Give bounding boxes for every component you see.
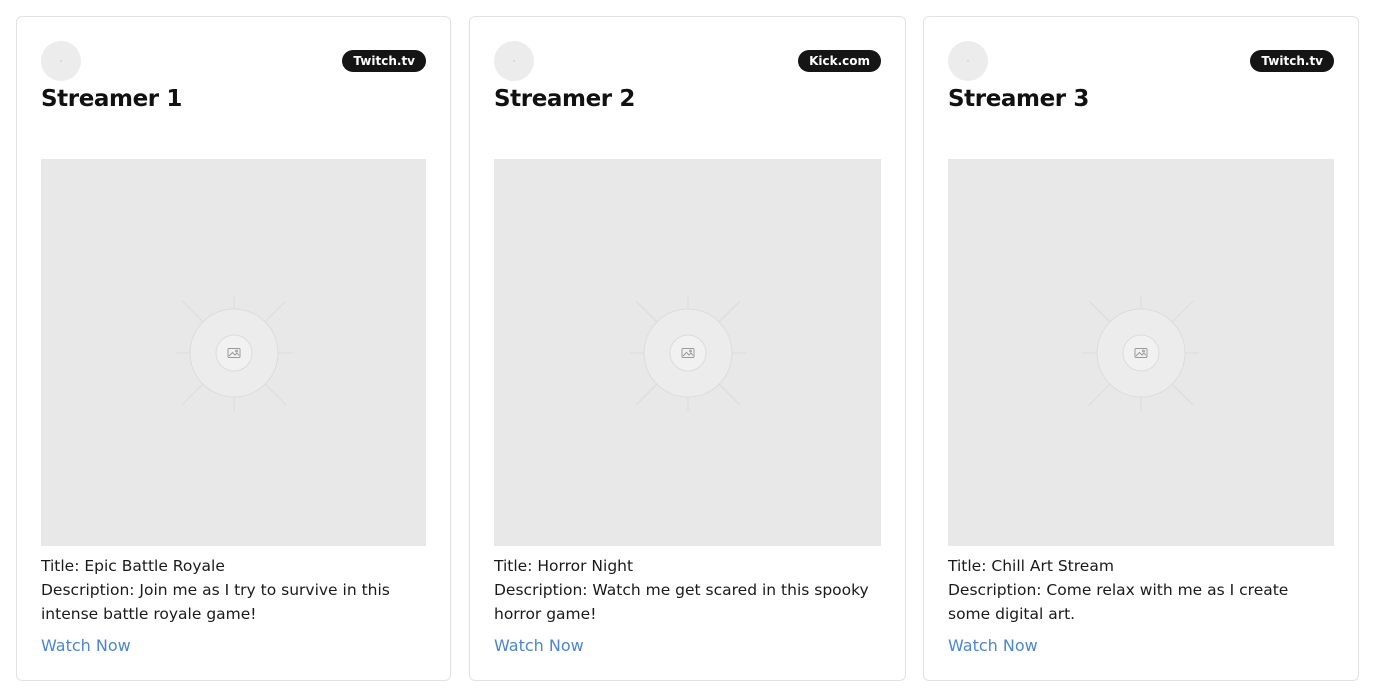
stream-description: Description: Watch me get scared in this…	[494, 581, 869, 623]
avatar	[41, 41, 81, 81]
stream-thumbnail	[948, 159, 1334, 546]
stream-info: Title: Chill Art Stream Description: Com…	[948, 554, 1334, 626]
stream-info: Title: Horror Night Description: Watch m…	[494, 554, 881, 626]
stream-thumbnail	[494, 159, 881, 546]
avatar	[948, 41, 988, 81]
watch-now-link[interactable]: Watch Now	[41, 634, 131, 658]
streamer-name: Streamer 1	[41, 86, 182, 112]
watch-now-link[interactable]: Watch Now	[948, 634, 1038, 658]
platform-badge: Twitch.tv	[1250, 50, 1334, 72]
avatar	[494, 41, 534, 81]
stream-thumbnail	[41, 159, 426, 546]
stream-description: Description: Come relax with me as I cre…	[948, 581, 1289, 623]
streamer-name: Streamer 2	[494, 86, 635, 112]
platform-badge: Kick.com	[798, 50, 881, 72]
streamer-grid: Twitch.tv Streamer 1 Title: Epic Battle …	[0, 0, 1376, 699]
streamer-card: Kick.com Streamer 2 Title: Horror Night	[469, 16, 906, 681]
streamer-card: Twitch.tv Streamer 3 Title: Chill Art St…	[923, 16, 1359, 681]
image-placeholder-icon	[629, 294, 746, 411]
stream-title: Title: Chill Art Stream	[948, 557, 1114, 575]
stream-description: Description: Join me as I try to survive…	[41, 581, 390, 623]
streamer-name: Streamer 3	[948, 86, 1089, 112]
image-placeholder-icon	[175, 294, 292, 411]
image-placeholder-icon	[1083, 294, 1199, 411]
stream-info: Title: Epic Battle Royale Description: J…	[41, 554, 426, 626]
watch-now-link[interactable]: Watch Now	[494, 634, 584, 658]
streamer-card: Twitch.tv Streamer 1 Title: Epic Battle …	[16, 16, 451, 681]
stream-title: Title: Horror Night	[494, 557, 634, 575]
platform-badge: Twitch.tv	[342, 50, 426, 72]
stream-title: Title: Epic Battle Royale	[41, 557, 225, 575]
